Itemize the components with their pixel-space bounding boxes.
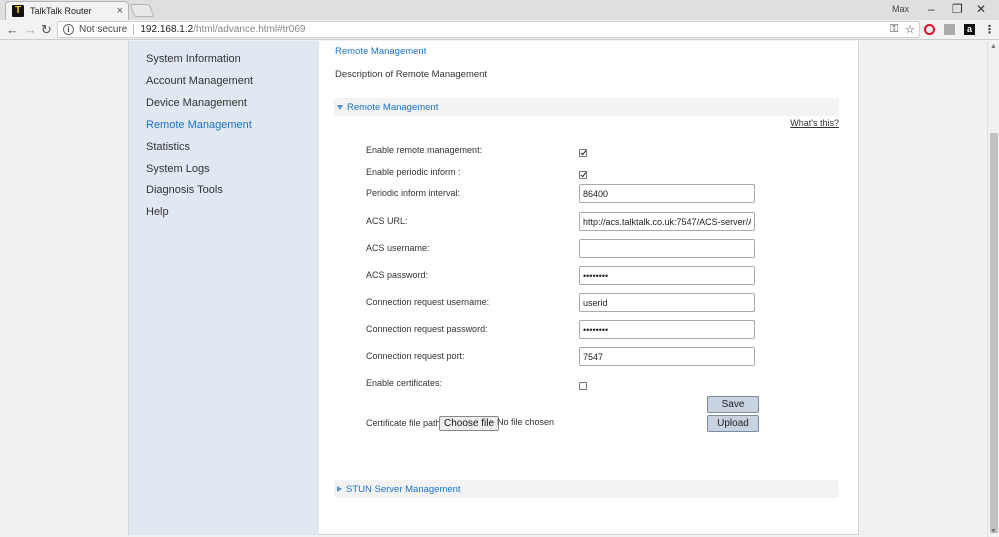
window-close-icon[interactable]: ✕	[976, 2, 986, 16]
sidebar-item-help[interactable]: Help	[146, 206, 169, 218]
new-tab-button[interactable]	[129, 4, 155, 17]
scroll-up-icon[interactable]: ▲	[990, 43, 997, 50]
enable-periodic-inform-checkbox[interactable]	[579, 171, 587, 179]
sidebar-item-device-management[interactable]: Device Management	[146, 97, 247, 109]
omnibox-separator	[133, 24, 135, 35]
profile-name[interactable]: Max	[892, 4, 909, 14]
connection-request-port-label: Connection request port:	[366, 351, 465, 361]
bookmark-star-icon[interactable]: ☆	[905, 23, 915, 36]
opera-extension-icon[interactable]	[924, 24, 935, 35]
browser-menu-icon[interactable]: ⋮	[984, 23, 995, 36]
enable-remote-management-label: Enable remote management:	[366, 145, 483, 155]
scroll-down-icon[interactable]: ▼	[990, 528, 997, 535]
tab-title: TalkTalk Router	[30, 6, 92, 16]
scrollbar-thumb[interactable]	[990, 133, 998, 533]
connection-request-username-label: Connection request username:	[366, 297, 490, 307]
talktalk-favicon-icon: T	[12, 5, 24, 17]
acs-username-input[interactable]	[579, 239, 755, 258]
window-minimize-icon[interactable]: –	[928, 2, 935, 16]
expand-triangle-icon	[337, 486, 342, 492]
connection-request-password-input[interactable]	[579, 320, 755, 339]
collapse-triangle-icon	[337, 104, 343, 110]
browser-tab-strip: T TalkTalk Router × Max – ❐ ✕	[0, 0, 999, 20]
sidebar-item-account-management[interactable]: Account Management	[146, 75, 253, 87]
connection-request-password-label: Connection request password:	[366, 324, 488, 334]
router-page: System Information Account Management De…	[128, 41, 859, 535]
extension-icon[interactable]	[944, 24, 955, 35]
amazon-extension-icon[interactable]: a	[964, 24, 975, 35]
sidebar-item-diagnosis-tools[interactable]: Diagnosis Tools	[146, 184, 223, 196]
forward-arrow-icon[interactable]: →	[24, 22, 37, 37]
connection-request-port-input[interactable]	[579, 347, 755, 366]
sidebar-item-system-logs[interactable]: System Logs	[146, 163, 210, 175]
acs-password-input[interactable]	[579, 266, 755, 285]
section-title: Remote Management	[347, 101, 439, 113]
enable-periodic-inform-label: Enable periodic inform :	[366, 167, 461, 177]
remote-management-section-header[interactable]: Remote Management	[334, 98, 839, 116]
enable-certificates-label: Enable certificates:	[366, 378, 443, 388]
tab-close-icon[interactable]: ×	[117, 5, 123, 17]
certificate-file-path-label: Certificate file path:	[366, 418, 444, 428]
url-host: 192.168.1.2	[140, 24, 194, 35]
save-button[interactable]: Save	[707, 396, 759, 413]
enable-remote-management-checkbox[interactable]	[579, 149, 587, 157]
enable-certificates-checkbox[interactable]	[579, 382, 587, 390]
sidebar-item-system-information[interactable]: System Information	[146, 53, 241, 65]
section-title: STUN Server Management	[346, 483, 461, 495]
no-file-chosen-text: No file chosen	[497, 417, 555, 427]
acs-password-label: ACS password:	[366, 270, 429, 280]
connection-request-username-input[interactable]	[579, 293, 755, 312]
periodic-inform-interval-label: Periodic inform interval:	[366, 188, 461, 198]
browser-tab[interactable]: T TalkTalk Router ×	[5, 1, 129, 20]
sidebar: System Information Account Management De…	[129, 41, 319, 535]
url-path: /html/advance.html#tr069	[193, 24, 306, 35]
info-icon[interactable]: i	[63, 24, 74, 35]
reload-icon[interactable]: ↻	[41, 22, 52, 38]
upload-button[interactable]: Upload	[707, 415, 759, 432]
address-bar: ← → ↻ i Not secure 192.168.1.2 /html/adv…	[0, 20, 999, 40]
stun-server-management-section-header[interactable]: STUN Server Management	[334, 480, 839, 498]
page-description: Description of Remote Management	[335, 69, 488, 80]
acs-url-input[interactable]	[579, 212, 755, 231]
security-indicator[interactable]: Not secure	[79, 24, 127, 35]
url-omnibox[interactable]: i Not secure 192.168.1.2 /html/advance.h…	[57, 21, 920, 38]
key-icon[interactable]: ⚿	[890, 23, 898, 36]
window-restore-icon[interactable]: ❐	[952, 2, 963, 16]
periodic-inform-interval-input[interactable]	[579, 184, 755, 203]
acs-username-label: ACS username:	[366, 243, 430, 253]
whats-this-link[interactable]: What's this?	[790, 118, 839, 128]
sidebar-item-remote-management[interactable]: Remote Management	[146, 119, 252, 131]
choose-file-button[interactable]: Choose file	[439, 416, 500, 431]
page-title: Remote Management	[335, 46, 427, 57]
back-arrow-icon[interactable]: ←	[6, 22, 19, 37]
sidebar-item-statistics[interactable]: Statistics	[146, 141, 190, 153]
page-scrollbar[interactable]: ▲ ▼	[987, 41, 999, 537]
acs-url-label: ACS URL:	[366, 216, 408, 226]
main-content: Remote Management Description of Remote …	[319, 41, 859, 535]
